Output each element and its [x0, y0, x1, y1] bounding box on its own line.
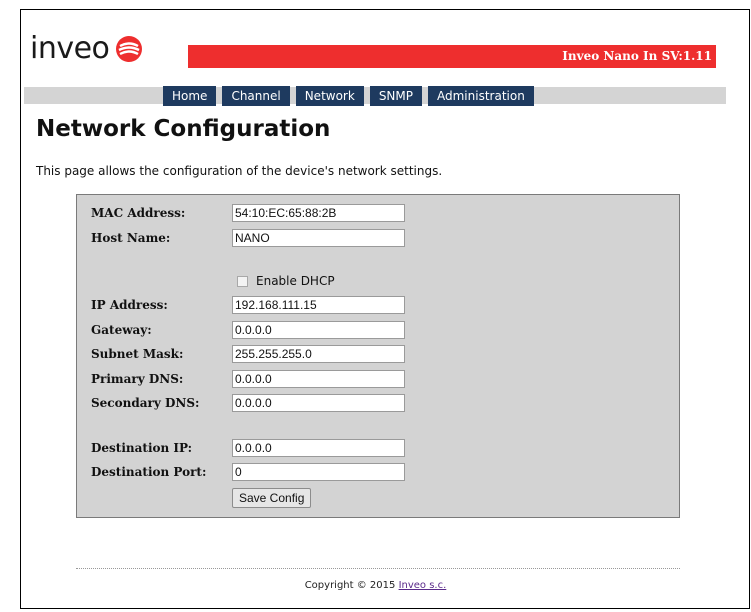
nav-item-network[interactable]: Network — [295, 86, 364, 106]
ip-address-label: IP Address: — [91, 298, 168, 312]
destination-ip-field[interactable] — [232, 439, 405, 457]
primary-dns-label: Primary DNS: — [91, 372, 184, 386]
version-banner: Inveo Nano In SV:1.11 — [188, 45, 716, 68]
destination-port-label: Destination Port: — [91, 465, 207, 479]
inveo-logo-icon — [116, 36, 143, 62]
host-name-label: Host Name: — [91, 231, 171, 245]
destination-ip-label: Destination IP: — [91, 441, 193, 455]
main-nav: Home Channel Network SNMP Administration — [163, 86, 540, 106]
gateway-label: Gateway: — [91, 323, 152, 337]
page-title: Network Configuration — [36, 116, 331, 142]
footer: Copyright © 2015 Inveo s.c. — [0, 580, 751, 591]
save-config-button[interactable]: Save Config — [232, 488, 312, 508]
secondary-dns-field[interactable] — [232, 394, 405, 412]
footer-divider — [76, 568, 680, 569]
subnet-mask-label: Subnet Mask: — [91, 347, 184, 361]
enable-dhcp-label: Enable DHCP — [256, 274, 335, 288]
nav-item-snmp[interactable]: SNMP — [369, 86, 422, 106]
nav-item-administration[interactable]: Administration — [428, 86, 534, 106]
secondary-dns-label: Secondary DNS: — [91, 396, 200, 410]
enable-dhcp-checkbox[interactable] — [237, 275, 248, 287]
mac-address-label: MAC Address: — [91, 206, 186, 220]
destination-port-field[interactable] — [232, 463, 405, 481]
subnet-mask-field[interactable] — [232, 345, 405, 363]
logo-text: inveo — [30, 31, 110, 66]
copyright-text: Copyright © 2015 — [304, 580, 396, 591]
nav-item-channel[interactable]: Channel — [222, 86, 290, 106]
primary-dns-field[interactable] — [232, 370, 405, 388]
host-name-field[interactable] — [232, 229, 405, 247]
gateway-field[interactable] — [232, 321, 405, 339]
mac-address-field[interactable] — [232, 204, 405, 222]
company-link[interactable]: Inveo s.c. — [399, 580, 447, 591]
logo: inveo — [30, 32, 143, 66]
dhcp-checkbox-row: Enable DHCP — [237, 274, 335, 288]
ip-address-field[interactable] — [232, 296, 405, 314]
nav-item-home[interactable]: Home — [163, 86, 217, 106]
page-intro: This page allows the configuration of th… — [36, 164, 443, 178]
